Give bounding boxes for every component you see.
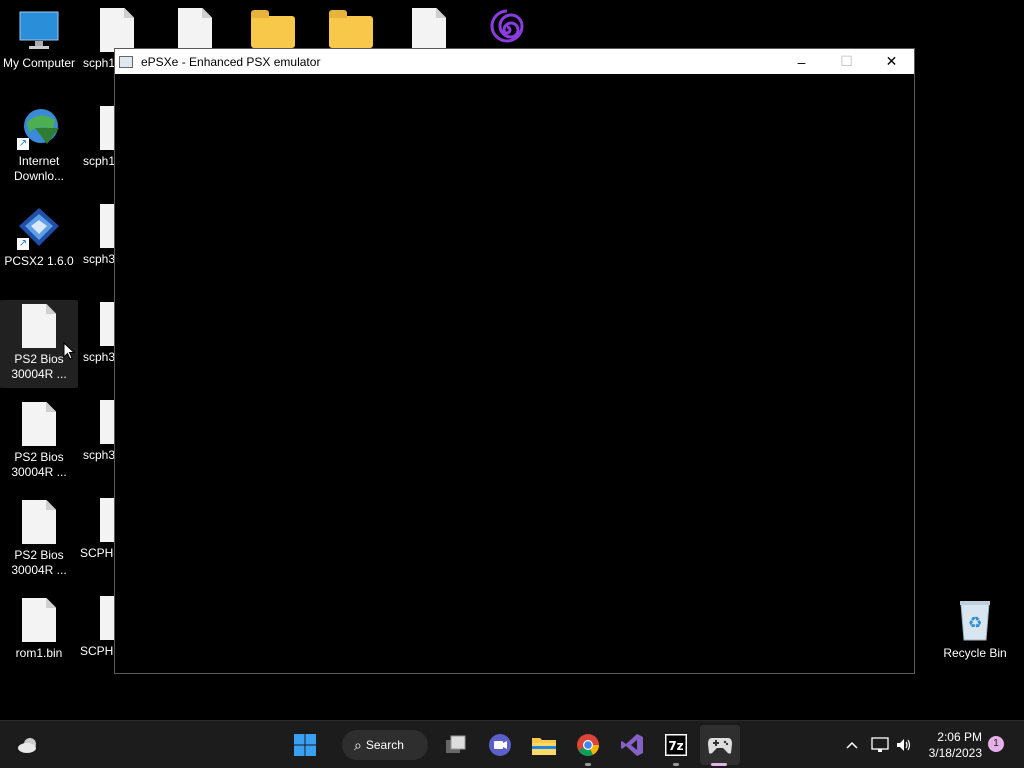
desktop-icon-rom1-bin[interactable]: rom1.bin [0, 598, 78, 661]
epsxe-active-indicator [711, 763, 727, 766]
window-title: ePSXe - Enhanced PSX emulator [141, 54, 321, 69]
idm-globe-icon: ↗ [15, 106, 63, 150]
file-icon [15, 598, 63, 642]
monitor-icon [15, 8, 63, 52]
search-icon: ⌕ [354, 736, 362, 753]
desktop-icon-label: PS2 Bios 30004R ... [11, 450, 67, 479]
desktop-icon-label: PS2 Bios 30004R ... [11, 352, 67, 381]
chevron-up-icon[interactable] [838, 731, 866, 759]
volume-icon[interactable] [890, 731, 918, 759]
desktop-icon-ps2-bios-2[interactable]: PS2 Bios 30004R ... [0, 402, 78, 480]
file-icon [15, 304, 63, 348]
desktop-icon-label: Internet Downlo... [13, 154, 65, 183]
file-icon [93, 8, 141, 52]
window-titlebar[interactable]: ePSXe - Enhanced PSX emulator – ☐ ✕ [115, 49, 914, 74]
maximize-button[interactable]: ☐ [824, 49, 869, 74]
desktop-icon-pcsx2[interactable]: ↗ PCSX2 1.6.0 [0, 206, 78, 269]
desktop-icon-my-computer[interactable]: My Computer [0, 8, 78, 71]
start-button[interactable] [291, 731, 319, 759]
desktop-icon-label: PCSX2 1.6.0 [4, 254, 74, 268]
desktop-icon-ps2-bios-3[interactable]: PS2 Bios 30004R ... [0, 500, 78, 578]
visual-studio-icon[interactable] [618, 731, 646, 759]
app-window-icon [119, 55, 133, 68]
file-explorer-icon[interactable] [530, 731, 558, 759]
weather-widget-icon[interactable] [14, 731, 42, 759]
clock-time: 2:06 PM [937, 730, 982, 744]
clock-date: 3/18/2023 [928, 746, 982, 760]
shortcut-arrow-icon: ↗ [17, 138, 29, 150]
mouse-cursor-icon [63, 341, 76, 365]
recycle-bin-icon: ♻ [951, 598, 999, 642]
epsxe-window[interactable]: ePSXe - Enhanced PSX emulator – ☐ ✕ [114, 48, 915, 674]
task-view-icon[interactable] [442, 731, 470, 759]
desktop-icon-label: PS2 Bios 30004R ... [11, 548, 67, 577]
spiral-app-icon [483, 8, 531, 52]
close-button[interactable]: ✕ [869, 49, 914, 74]
windows-logo-icon [294, 734, 316, 756]
teams-chat-icon[interactable] [486, 731, 514, 759]
svg-text:7z: 7z [668, 739, 683, 753]
desktop-icon-label: rom1.bin [15, 646, 63, 660]
chrome-running-indicator [585, 763, 591, 766]
taskbar-search-button[interactable]: ⌕ Search [342, 730, 428, 760]
clock[interactable]: 2:06 PM 3/18/2023 [929, 729, 982, 761]
file-icon [171, 8, 219, 52]
file-icon [405, 8, 453, 52]
desktop-icon-recycle-bin[interactable]: ♻ Recycle Bin [936, 598, 1014, 661]
desktop-icon-internet-download-manager[interactable]: ↗ Internet Downlo... [0, 106, 78, 184]
notification-badge[interactable]: 1 [988, 736, 1004, 752]
pcsx2-icon: ↗ [15, 206, 63, 250]
gamepad-icon[interactable] [706, 731, 734, 759]
emulator-display-area[interactable] [115, 74, 914, 673]
search-label: Search [365, 738, 404, 752]
taskbar: ⌕ Search 7z 2:06 PM 3/18/2023 1 [0, 720, 1024, 768]
svg-text:♻: ♻ [968, 613, 982, 632]
shortcut-arrow-icon: ↗ [17, 238, 29, 250]
chrome-icon[interactable] [574, 731, 602, 759]
minimize-button[interactable]: – [779, 49, 824, 74]
desktop-icon-label: Recycle Bin [943, 646, 1007, 660]
file-icon [15, 500, 63, 544]
file-icon [15, 402, 63, 446]
7zip-running-indicator [673, 763, 679, 766]
7zip-icon[interactable]: 7z [662, 731, 690, 759]
desktop-icon-label: My Computer [2, 56, 76, 70]
